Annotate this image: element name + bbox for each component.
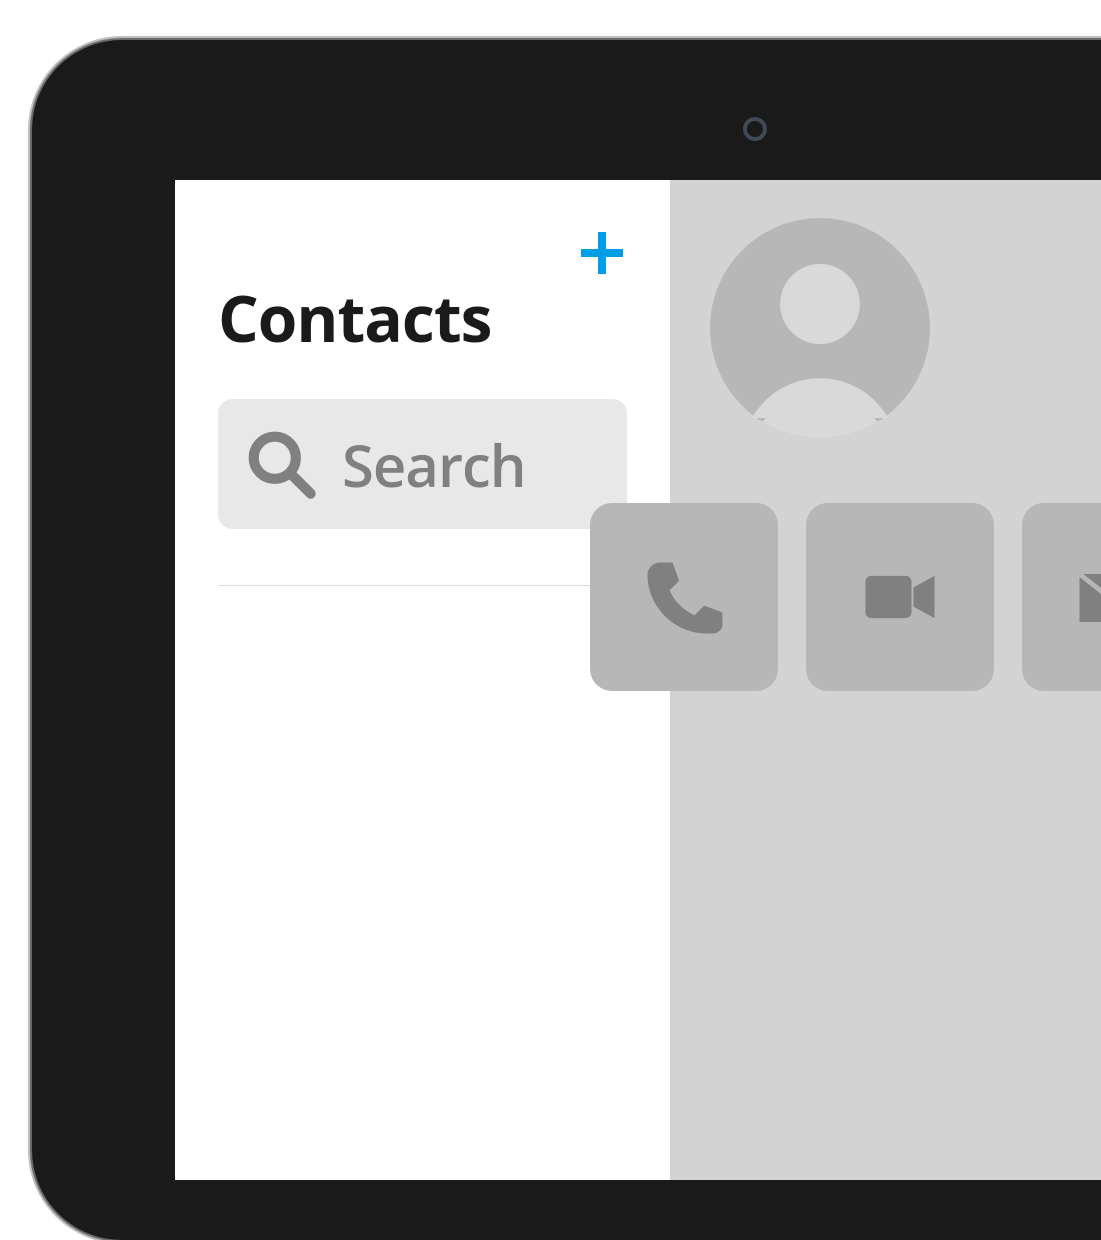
mail-icon bbox=[1068, 549, 1101, 645]
video-icon bbox=[852, 549, 948, 645]
contact-actions-row bbox=[590, 503, 1101, 691]
front-camera bbox=[743, 117, 767, 141]
divider bbox=[218, 585, 627, 586]
plus-icon bbox=[577, 228, 627, 278]
phone-icon bbox=[636, 549, 732, 645]
page-title: Contacts bbox=[218, 274, 627, 361]
avatar bbox=[710, 218, 1101, 443]
mail-action-button[interactable] bbox=[1022, 503, 1101, 691]
tablet-device-frame: Contacts Search bbox=[32, 40, 1101, 1240]
add-contact-button[interactable] bbox=[577, 228, 627, 278]
screen: Contacts Search bbox=[175, 180, 1101, 1180]
search-icon bbox=[242, 425, 320, 503]
search-input[interactable]: Search bbox=[218, 399, 627, 529]
phone-action-button[interactable] bbox=[590, 503, 778, 691]
contact-detail-pane bbox=[670, 180, 1101, 1180]
search-placeholder: Search bbox=[342, 425, 526, 504]
person-icon bbox=[710, 218, 930, 438]
video-action-button[interactable] bbox=[806, 503, 994, 691]
